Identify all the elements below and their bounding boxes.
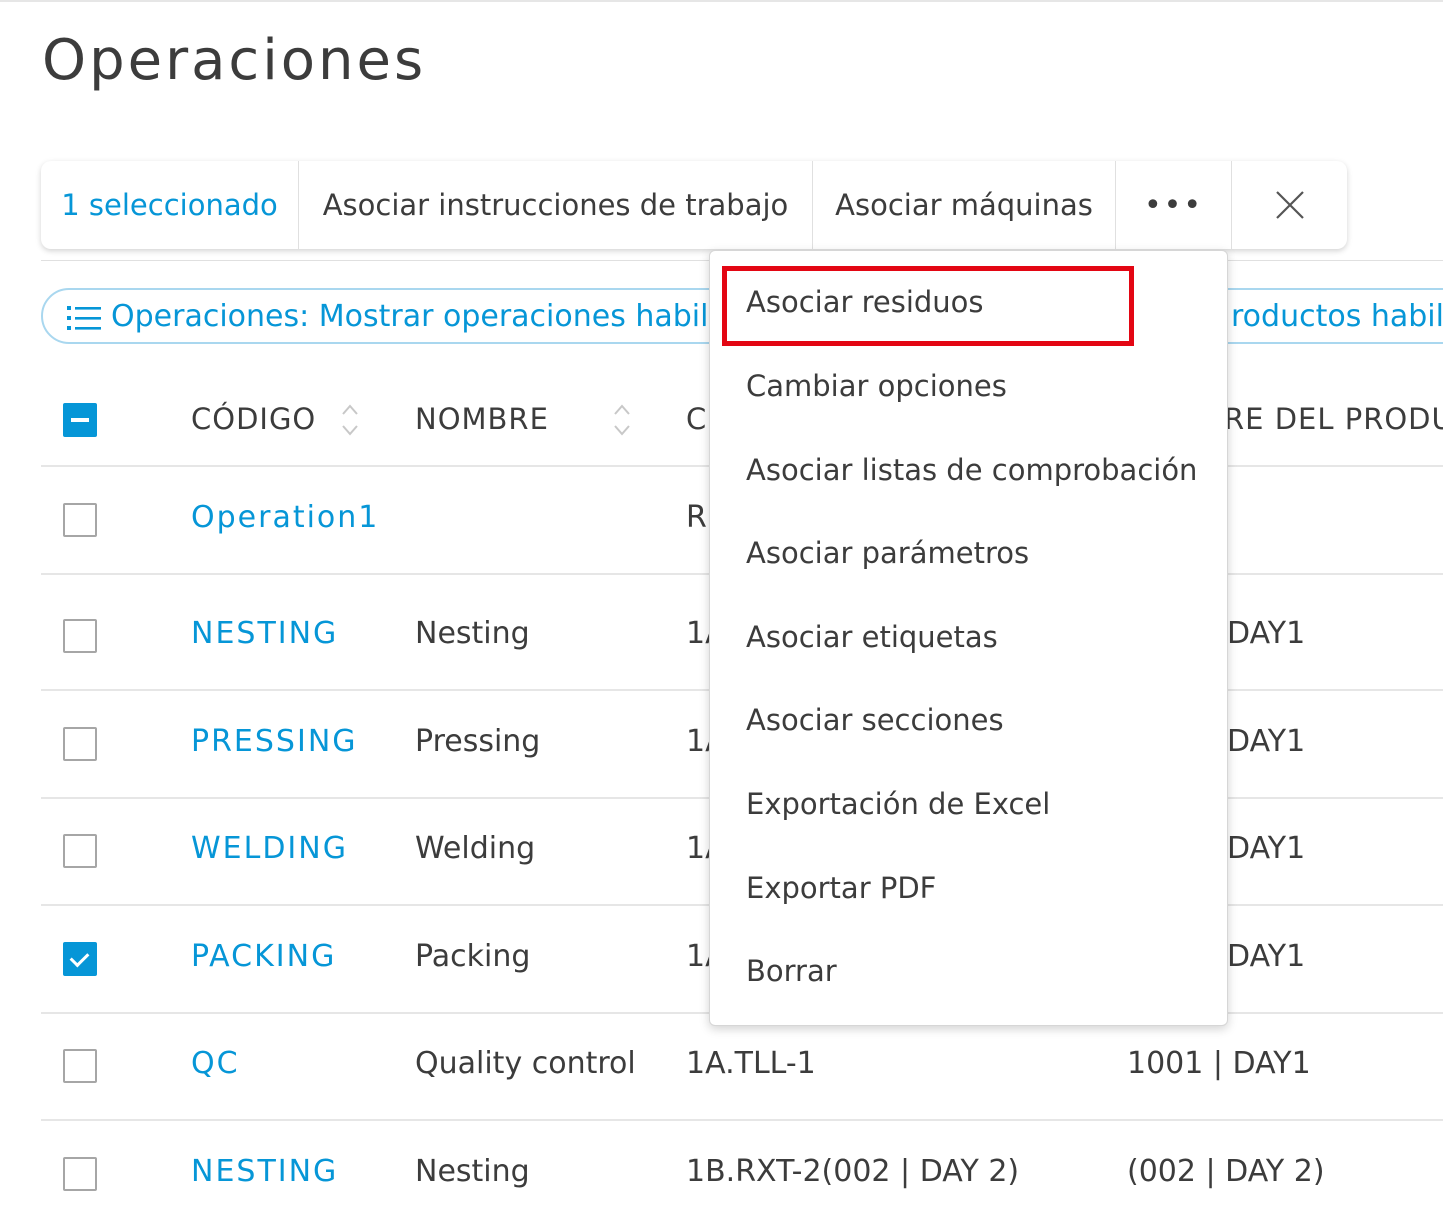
row-checkbox[interactable] xyxy=(63,834,97,868)
close-icon xyxy=(1275,191,1304,219)
menu-item-associate-sections[interactable]: Asociar secciones xyxy=(746,703,1004,737)
operation-code-link[interactable]: NESTING xyxy=(191,1154,338,1189)
operation-product: DAY1 xyxy=(1227,939,1306,974)
menu-item-associate-parameters[interactable]: Asociar parámetros xyxy=(746,536,1029,570)
menu-item-associate-checklists[interactable]: Asociar listas de comprobación xyxy=(746,453,1197,487)
column-header-name[interactable]: NOMBRE xyxy=(415,402,549,436)
sort-icon[interactable] xyxy=(612,401,632,439)
menu-item-delete[interactable]: Borrar xyxy=(746,954,837,988)
close-selection-button[interactable] xyxy=(1232,161,1347,249)
selection-action-bar: 1 seleccionado Asociar instrucciones de … xyxy=(41,161,1347,249)
operation-center: R xyxy=(686,500,707,535)
select-all-checkbox[interactable] xyxy=(63,403,97,437)
row-checkbox[interactable] xyxy=(63,727,97,761)
row-checkbox[interactable] xyxy=(63,1157,97,1191)
operation-product: (002 | DAY 2) xyxy=(1127,1154,1325,1189)
menu-item-associate-labels[interactable]: Asociar etiquetas xyxy=(746,620,998,654)
operation-product: DAY1 xyxy=(1227,831,1306,866)
operation-product: 1001 | DAY1 xyxy=(1127,1046,1311,1081)
operation-name: Nesting xyxy=(415,1154,530,1189)
more-actions-menu: Asociar residuos Cambiar opciones Asocia… xyxy=(709,250,1228,1026)
list-icon xyxy=(67,306,101,330)
selected-count: 1 seleccionado xyxy=(41,161,299,249)
filter-products-chip[interactable]: roductos habilit xyxy=(1231,299,1443,334)
operation-code-link[interactable]: Operation1 xyxy=(191,500,379,535)
associate-machines-button[interactable]: Asociar máquinas xyxy=(813,161,1116,249)
row-checkbox[interactable] xyxy=(63,1049,97,1083)
menu-item-associate-waste[interactable]: Asociar residuos xyxy=(746,285,984,319)
operation-code-link[interactable]: PRESSING xyxy=(191,724,358,759)
operation-name: Quality control xyxy=(415,1046,636,1081)
table-row[interactable]: NESTING Nesting 1B.RXT-2(002 | DAY 2) (0… xyxy=(41,1120,1443,1227)
operation-product: DAY1 xyxy=(1227,616,1306,651)
operation-code-link[interactable]: QC xyxy=(191,1046,240,1081)
operation-name: Packing xyxy=(415,939,531,974)
menu-item-pdf-export[interactable]: Exportar PDF xyxy=(746,871,936,905)
column-header-center[interactable]: C xyxy=(686,402,707,436)
operation-code-link[interactable]: NESTING xyxy=(191,616,338,651)
column-header-product[interactable]: RE DEL PRODUC xyxy=(1224,402,1443,436)
sort-icon[interactable] xyxy=(340,401,360,439)
top-border xyxy=(0,0,1443,2)
menu-item-excel-export[interactable]: Exportación de Excel xyxy=(746,787,1050,821)
operation-product: DAY1 xyxy=(1227,724,1306,759)
operation-code-link[interactable]: PACKING xyxy=(191,939,336,974)
row-checkbox[interactable] xyxy=(63,942,97,976)
page-title: Operaciones xyxy=(42,28,427,93)
filter-operations-chip[interactable]: Operaciones: Mostrar operaciones habilit xyxy=(111,299,729,334)
operation-name: Nesting xyxy=(415,616,530,651)
operation-center: 1A.TLL-1 xyxy=(686,1046,816,1081)
row-checkbox[interactable] xyxy=(63,503,97,537)
operation-name: Pressing xyxy=(415,724,541,759)
row-checkbox[interactable] xyxy=(63,619,97,653)
column-header-code[interactable]: CÓDIGO xyxy=(191,402,316,436)
operation-center: 1B.RXT-2(002 | DAY 2) xyxy=(686,1154,1020,1189)
operation-code-link[interactable]: WELDING xyxy=(191,831,348,866)
table-row[interactable]: QC Quality control 1A.TLL-1 1001 | DAY1 xyxy=(41,1012,1443,1121)
associate-instructions-button[interactable]: Asociar instrucciones de trabajo xyxy=(299,161,813,249)
more-actions-button[interactable]: ••• xyxy=(1116,161,1232,249)
menu-item-change-options[interactable]: Cambiar opciones xyxy=(746,369,1007,403)
operation-name: Welding xyxy=(415,831,536,866)
